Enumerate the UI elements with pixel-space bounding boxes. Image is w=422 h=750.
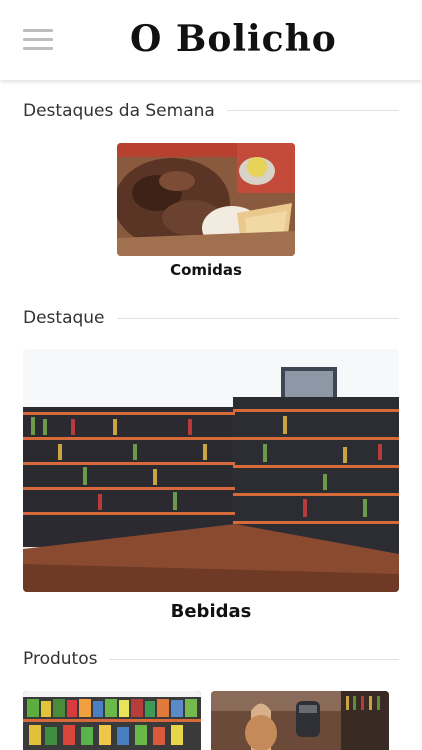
menu-bar xyxy=(23,29,53,32)
section-title-products: Produtos xyxy=(23,648,110,670)
brand-logo[interactable]: O Bolicho xyxy=(130,14,336,64)
section-title-featured: Destaque xyxy=(23,307,117,329)
food-photo xyxy=(117,143,295,256)
bebidas-image[interactable] xyxy=(23,349,399,592)
beverage-store-photo xyxy=(23,349,399,592)
menu-bar xyxy=(23,38,53,41)
product-card-image[interactable] xyxy=(23,691,201,750)
menu-bar xyxy=(23,47,53,50)
product-shelf-photo xyxy=(23,691,201,750)
comidas-image[interactable] xyxy=(117,143,295,256)
bebidas-caption[interactable]: Bebidas xyxy=(23,601,399,622)
product-card-image[interactable] xyxy=(211,691,389,750)
hamburger-menu-icon[interactable] xyxy=(23,29,53,51)
comidas-caption[interactable]: Comidas xyxy=(117,261,295,279)
product-counter-photo xyxy=(211,691,389,750)
section-title-weekly-highlights: Destaques da Semana xyxy=(23,100,227,122)
app-header: O Bolicho xyxy=(0,0,422,80)
